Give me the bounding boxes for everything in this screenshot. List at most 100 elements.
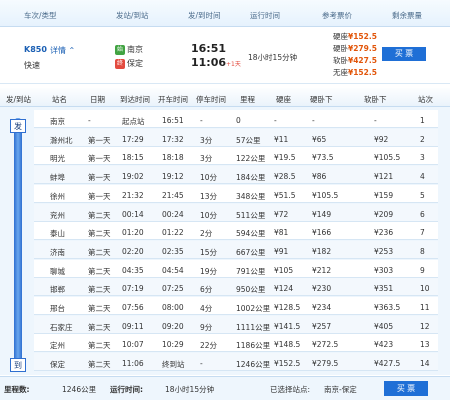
stop-stay: - xyxy=(200,116,203,125)
stop-hard-seat: ¥11 xyxy=(274,134,289,144)
stop-hard-sleeper: ¥73.5 xyxy=(312,153,334,163)
stop-hard-sleeper: ¥257 xyxy=(312,321,332,331)
departure-station-name: 南京 xyxy=(127,45,143,54)
stop-day: 第二天 xyxy=(88,285,111,295)
stop-hard-sleeper: ¥86 xyxy=(312,172,327,182)
stop-mileage: 511公里 xyxy=(236,210,266,220)
stop-day: 第二天 xyxy=(88,360,111,370)
stop-arrive: 04:35 xyxy=(122,265,144,275)
stop-station: 南京 xyxy=(50,117,65,126)
stop-depart: 18:18 xyxy=(162,153,184,163)
stop-depart: 19:12 xyxy=(162,172,184,182)
hdr-direction: 发/到站 xyxy=(6,95,32,104)
stop-day: 第一天 xyxy=(88,135,111,145)
stop-row[interactable]: 定州 第二天 10:07 10:29 22分 1186公里 ¥148.5 ¥272.5 ¥423… xyxy=(34,334,438,353)
stop-row[interactable]: 兖州 第二天 00:14 00:24 10分 511公里 ¥72 ¥149 ¥209 6 xyxy=(34,203,438,222)
stop-depart: 17:32 xyxy=(162,134,184,144)
stop-stay: 22分 xyxy=(200,341,218,351)
stop-day: - xyxy=(88,116,91,125)
stop-station: 泰山 xyxy=(50,229,65,239)
stop-depart: 10:29 xyxy=(162,340,184,350)
arrival-marker[interactable]: 到 xyxy=(10,358,26,372)
stop-row[interactable]: 滁州北 第一天 17:29 17:32 3分 57公里 ¥11 ¥65 ¥92 2 xyxy=(34,128,438,147)
stop-row[interactable]: 泰山 第二天 01:20 01:22 2分 594公里 ¥81 ¥166 ¥236 7 xyxy=(34,222,438,241)
col-remaining: 剩余票量 xyxy=(392,11,422,20)
next-day-badge: +1天 xyxy=(226,61,241,68)
stop-number: 3 xyxy=(420,153,425,163)
stop-row[interactable]: 聊城 第二天 04:35 04:54 19分 791公里 ¥105 ¥212 ¥303 9 xyxy=(34,259,438,278)
stop-soft-sleeper: ¥405 xyxy=(374,321,394,331)
stop-soft-sleeper: ¥92 xyxy=(374,134,389,144)
stop-number: 4 xyxy=(420,172,425,182)
stop-row[interactable]: 南京 - 起点站 16:51 - 0 - - - 1 xyxy=(34,110,438,128)
stop-soft-sleeper: ¥105.5 xyxy=(374,153,401,163)
mileage-label: 里程数: xyxy=(4,385,30,394)
price-hard-seat: 硬座¥152.5 xyxy=(333,32,377,41)
stop-depart: 09:20 xyxy=(162,321,184,331)
train-detail-link[interactable]: 详情 ⌃ xyxy=(50,45,75,56)
stop-number: 14 xyxy=(420,359,430,369)
stop-hard-sleeper: ¥230 xyxy=(312,284,332,294)
stop-mileage: 667公里 xyxy=(236,247,266,257)
stop-row[interactable]: 徐州 第一天 21:32 21:45 13分 348公里 ¥51.5 ¥105.5 ¥159 5 xyxy=(34,184,438,203)
stop-row[interactable]: 保定 第二天 11:06 终到站 - 1246公里 ¥152.5 ¥279.5 ¥427.5 14 xyxy=(34,353,438,372)
stop-stay: 3分 xyxy=(200,154,213,164)
hdr-mileage: 里程 xyxy=(240,95,255,104)
stop-soft-sleeper: ¥236 xyxy=(374,228,394,238)
stop-mileage: 1186公里 xyxy=(236,341,271,351)
stop-depart: 08:00 xyxy=(162,303,184,312)
hdr-stop-no: 站次 xyxy=(418,95,433,104)
stop-number: 8 xyxy=(420,246,425,256)
stop-day: 第二天 xyxy=(88,341,111,351)
route-slider-track[interactable] xyxy=(14,118,22,368)
stop-mileage: 791公里 xyxy=(236,266,266,276)
price-soft-sleeper: 软卧¥427.5 xyxy=(333,56,377,65)
stop-soft-sleeper: ¥427.5 xyxy=(374,359,401,369)
stop-hard-seat: ¥141.5 xyxy=(274,321,301,331)
runtime-value: 18小时15分钟 xyxy=(165,385,215,394)
stop-mileage: 1246公里 xyxy=(236,360,271,370)
stop-day: 第二天 xyxy=(88,229,111,239)
stop-depart: 02:35 xyxy=(162,246,184,256)
stop-arrive: 起点站 xyxy=(122,117,145,126)
stop-row[interactable]: 明光 第一天 18:15 18:18 3分 122公里 ¥19.5 ¥73.5 ¥105.5 3 xyxy=(34,147,438,166)
stop-hard-seat: ¥51.5 xyxy=(274,190,296,200)
stop-day: 第二天 xyxy=(88,247,111,257)
stop-hard-sleeper: - xyxy=(312,116,315,125)
stop-hard-seat: - xyxy=(274,116,277,125)
stop-row[interactable]: 蚌埠 第一天 19:02 19:12 10分 184公里 ¥28.5 ¥86 ¥121 4 xyxy=(34,166,438,185)
stop-soft-sleeper: ¥363.5 xyxy=(374,303,401,312)
stop-row[interactable]: 石家庄 第二天 09:11 09:20 9分 1111公里 ¥141.5 ¥257 ¥405 12 xyxy=(34,315,438,334)
stop-station: 邯郸 xyxy=(50,285,65,295)
arrival-station-name: 保定 xyxy=(127,59,143,68)
stop-row[interactable]: 邢台 第二天 07:56 08:00 4分 1002公里 ¥128.5 ¥234 ¥363.5 1… xyxy=(34,297,438,315)
stop-hard-seat: ¥105 xyxy=(274,265,294,275)
stop-stay: - xyxy=(200,359,203,369)
col-price: 参考票价 xyxy=(322,11,352,20)
col-duration: 运行时间 xyxy=(250,11,280,20)
stop-station: 滁州北 xyxy=(50,135,73,145)
stops-table-header: 发/到站 站名 日期 到达时间 开车时间 停车时间 里程 硬座 硬卧下 软卧下 … xyxy=(0,88,450,107)
stop-mileage: 122公里 xyxy=(236,154,266,164)
col-train-type: 车次/类型 xyxy=(24,11,57,20)
hdr-arrive: 到达时间 xyxy=(120,95,150,104)
route-footer: 里程数: 1246公里 运行时间: 18小时15分钟 已选择站点: 南京-保定 … xyxy=(0,376,450,400)
stop-mileage: 950公里 xyxy=(236,285,266,295)
train-number[interactable]: K850 xyxy=(24,45,47,54)
stop-mileage: 0 xyxy=(236,116,241,125)
start-station-icon: 始 xyxy=(115,44,125,55)
price-hard-sleeper: 硬卧¥279.5 xyxy=(333,44,377,53)
departure-marker[interactable]: 发 xyxy=(10,119,26,133)
chevron-up-icon: ⌃ xyxy=(68,46,76,55)
buy-ticket-button[interactable]: 买 票 xyxy=(382,47,426,61)
stop-row[interactable]: 邯郸 第二天 07:19 07:25 6分 950公里 ¥124 ¥230 ¥351 10 xyxy=(34,278,438,297)
stop-day: 第一天 xyxy=(88,154,111,164)
stop-station: 蚌埠 xyxy=(50,173,65,183)
col-station: 发站/到站 xyxy=(116,11,149,20)
stop-depart: 04:54 xyxy=(162,265,184,275)
stop-day: 第一天 xyxy=(88,191,111,201)
stop-depart: 16:51 xyxy=(162,116,184,125)
footer-buy-ticket-button[interactable]: 买 票 xyxy=(384,381,428,396)
stop-station: 济南 xyxy=(50,247,65,257)
stop-row[interactable]: 济南 第二天 02:20 02:35 15分 667公里 ¥91 ¥182 ¥253 8 xyxy=(34,240,438,259)
